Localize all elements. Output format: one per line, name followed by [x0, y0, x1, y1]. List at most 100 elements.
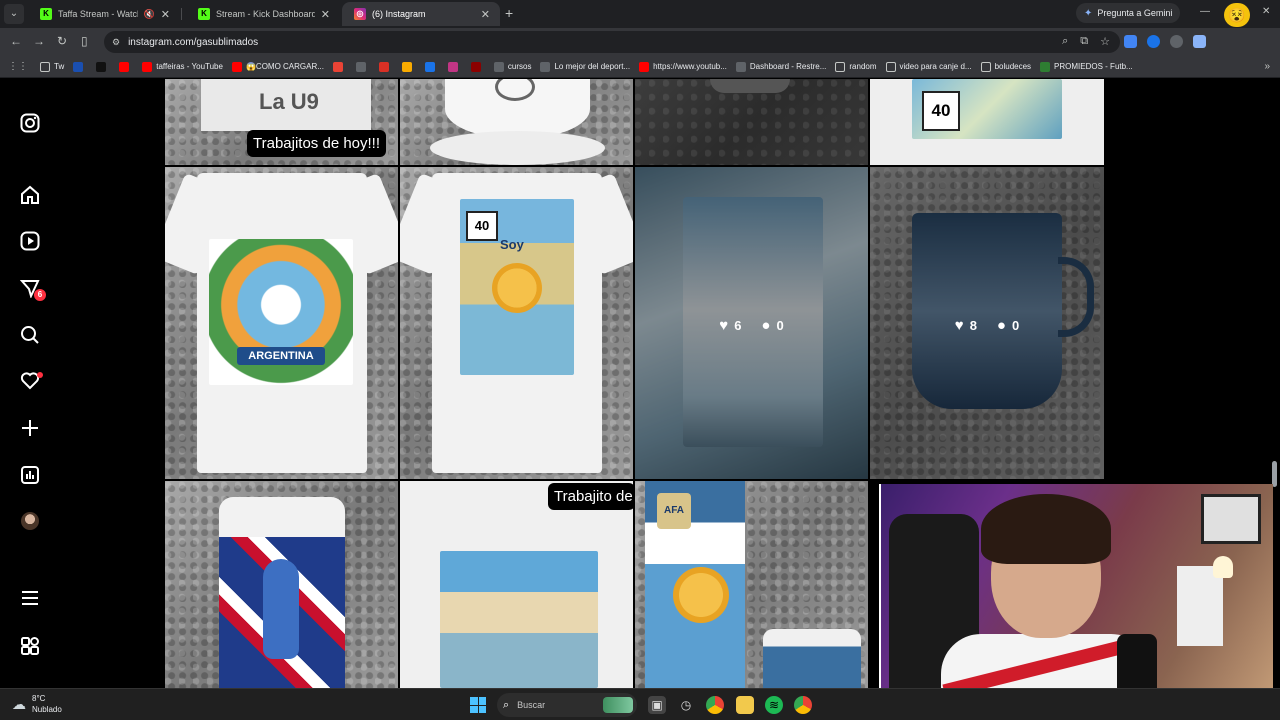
bookmark-item[interactable]: https://www.youtub...	[639, 61, 727, 72]
new-tab-button[interactable]: +	[505, 5, 513, 21]
globe-icon	[540, 61, 551, 72]
file-explorer-icon[interactable]	[736, 696, 754, 714]
gemini-button[interactable]: ✦ Pregunta a Gemini	[1076, 3, 1181, 23]
bookmark-item[interactable]: 😱COMO CARGAR...	[231, 61, 324, 72]
bookmark-item[interactable]	[355, 61, 370, 72]
blue-icon	[424, 61, 435, 72]
minimize-button[interactable]: —	[1200, 6, 1210, 17]
post-tile[interactable]: AFA	[635, 481, 868, 688]
reload-icon[interactable]: ↻	[57, 34, 67, 48]
youtube-icon	[639, 61, 650, 72]
close-tab-icon[interactable]: ✕	[481, 8, 490, 21]
post-tile[interactable]: Trabajito de	[400, 481, 633, 688]
task-view-icon[interactable]: ▣	[648, 696, 666, 714]
bookmark-item[interactable]	[119, 61, 133, 72]
shirt-print: La U9	[201, 79, 371, 131]
back-icon[interactable]: ←	[10, 34, 22, 48]
post-stats: ♥ 8 ● 0	[870, 317, 1104, 334]
bookmark-item[interactable]: boludeces	[980, 61, 1031, 72]
post-tile[interactable]: 40 Soy	[400, 167, 633, 479]
bookmark-item[interactable]: PROMIEDOS - Futb...	[1040, 61, 1133, 72]
home-icon[interactable]	[18, 183, 42, 207]
shirt-print	[440, 551, 598, 688]
post-tile[interactable]	[165, 481, 398, 688]
yellow-icon	[401, 61, 412, 72]
also-from-meta-icon[interactable]	[18, 634, 42, 658]
clock-app-icon[interactable]: ◷	[677, 696, 695, 714]
story-overlay-text: Trabajitos de hoy!!!	[247, 130, 387, 157]
bookmark-item[interactable]	[424, 61, 439, 72]
more-bookmarks-icon[interactable]: »	[1264, 61, 1270, 72]
streamer-hair	[981, 494, 1111, 564]
post-tile[interactable]: 40	[870, 79, 1104, 165]
close-tab-icon[interactable]: ✕	[161, 8, 170, 21]
muted-icon[interactable]: 🔇	[144, 9, 155, 20]
bookmark-item[interactable]	[96, 61, 110, 72]
profile-avatar[interactable]	[21, 512, 39, 530]
install-app-icon[interactable]: ⧉	[1080, 35, 1088, 48]
tab-taffa-stream[interactable]: K Taffa Stream - Watch Live o 🔇 ✕	[28, 2, 180, 26]
bookmark-item[interactable]	[401, 61, 416, 72]
bookmark-item[interactable]	[332, 61, 347, 72]
mug-base	[710, 79, 790, 93]
zoom-icon[interactable]: ⌕	[1062, 35, 1068, 48]
bookmark-item[interactable]: taffeiras - YouTube	[142, 61, 223, 72]
mug-secondary	[763, 629, 861, 688]
close-window-button[interactable]: ✕	[1262, 6, 1270, 17]
folder-icon	[980, 61, 991, 72]
post-tile[interactable]: La U9 Trabajitos de hoy!!!	[165, 79, 398, 165]
spotify-icon[interactable]: ≋	[765, 696, 783, 714]
bookmark-item[interactable]: video para canje d...	[885, 61, 972, 72]
more-menu-icon[interactable]	[18, 586, 42, 610]
comments-stat: ● 0	[997, 317, 1019, 334]
likes-stat: ♥ 8	[955, 317, 977, 334]
extension-blue-icon[interactable]	[1147, 35, 1160, 48]
address-bar[interactable]: ⚙ instagram.com/gasublimados ⌕ ⧉ ☆	[104, 31, 1120, 53]
youtube-icon	[119, 61, 130, 72]
search-icon[interactable]	[18, 323, 42, 347]
bookmark-item[interactable]: random	[835, 61, 877, 72]
apps-grid-icon[interactable]: ⋮⋮	[8, 61, 28, 72]
bookmark-star-icon[interactable]: ☆	[1100, 35, 1110, 48]
url-text[interactable]: instagram.com/gasublimados	[128, 37, 258, 48]
bookmark-item[interactable]	[447, 61, 462, 72]
tab-instagram[interactable]: ◎ (6) Instagram ✕	[342, 2, 500, 26]
post-tile[interactable]: ♥ 6 ● 0	[635, 167, 868, 479]
tab-search-button[interactable]: ⌄	[4, 4, 24, 24]
site-info-icon[interactable]: ⚙	[112, 37, 120, 48]
tab-kick-dashboard[interactable]: K Stream - Kick Dashboard ✕	[186, 2, 340, 26]
post-tile[interactable]	[635, 79, 868, 165]
bookmark-item[interactable]: Tw	[40, 61, 64, 72]
chrome-icon[interactable]	[706, 696, 724, 714]
bookmark-item[interactable]	[470, 61, 485, 72]
bookmark-item[interactable]	[378, 61, 393, 72]
post-tile[interactable]: ♥ 8 ● 0	[870, 167, 1104, 479]
bookmark-item[interactable]: cursos	[493, 61, 531, 72]
likes-count: 8	[969, 318, 977, 333]
post-tile[interactable]: ARGENTINA	[165, 167, 398, 479]
gmail-icon	[332, 61, 343, 72]
shirt-print: 40	[870, 79, 1104, 165]
chrome-profile-icon[interactable]	[794, 696, 812, 714]
side-panel-icon[interactable]: ▯	[81, 34, 88, 48]
bookmark-item[interactable]: Lo mejor del deport...	[540, 61, 630, 72]
reels-icon[interactable]	[18, 229, 42, 253]
extension-puzzle-icon[interactable]	[1193, 35, 1206, 48]
taskbar-search[interactable]: ⌕ Buscar	[497, 693, 637, 717]
pepsi-icon	[73, 61, 84, 72]
weather-widget[interactable]: ☁ 8°C Nublado	[12, 693, 62, 715]
forward-icon[interactable]: →	[33, 34, 45, 48]
post-tile[interactable]	[400, 79, 633, 165]
bookmark-item[interactable]	[73, 61, 87, 72]
dashboard-icon[interactable]	[18, 463, 42, 487]
extension-translate-icon[interactable]	[1124, 35, 1137, 48]
youtube-icon	[231, 61, 242, 72]
bookmark-item[interactable]: Dashboard - Restre...	[735, 61, 826, 72]
instagram-logo-icon[interactable]	[18, 111, 42, 135]
close-tab-icon[interactable]: ✕	[321, 8, 330, 21]
create-post-icon[interactable]	[18, 416, 42, 440]
post-stats: ♥ 6 ● 0	[635, 317, 868, 334]
search-placeholder: Buscar	[517, 700, 546, 710]
start-button[interactable]	[470, 697, 486, 713]
extension-gray-icon[interactable]	[1170, 35, 1183, 48]
